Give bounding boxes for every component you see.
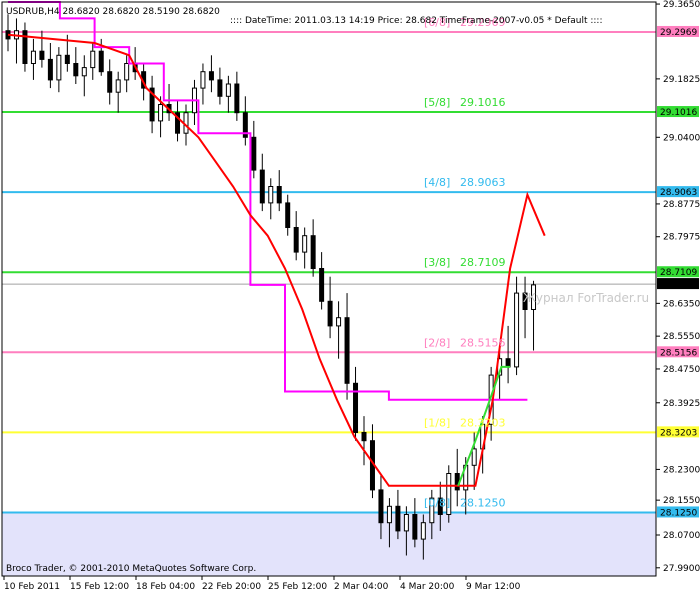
y-tick-label: 28.2300	[663, 465, 700, 475]
candle-body	[395, 505, 401, 532]
candle-body	[412, 514, 418, 540]
candle-body	[471, 448, 477, 466]
y-tick-label: 28.5550	[663, 332, 700, 342]
candle-body	[56, 54, 62, 81]
level-tag-3: 28.7109	[660, 268, 697, 278]
candle-body	[107, 71, 113, 93]
level-label-3: [3/8]	[424, 256, 450, 269]
level-value-6: 28.1250	[460, 496, 506, 509]
candle-body	[90, 50, 96, 69]
level-value-1: 29.1016	[460, 96, 506, 109]
candle-body	[115, 79, 121, 93]
indicator-info: :::: DateTime: 2011.03.13 14:19 Price: 2…	[230, 16, 603, 26]
price-chart[interactable]: [6/8] 29.2969[5/8] 29.1016[4/8] 28.9063[3/8…	[0, 0, 700, 595]
y-tick-label: 28.4750	[663, 365, 700, 375]
candle-body	[251, 136, 257, 171]
x-tick-label: 4 Mar 20:00	[400, 582, 455, 592]
candle-body	[225, 83, 231, 97]
y-tick-label: 28.0700	[663, 531, 700, 541]
candle-body	[378, 489, 384, 524]
level-value-3: 28.7109	[460, 256, 506, 269]
level-value-5: 28.3203	[460, 416, 506, 429]
x-tick-label: 15 Feb 12:00	[70, 582, 129, 592]
level-tag-1: 29.1016	[660, 108, 697, 118]
x-tick-label: 9 Mar 12:00	[466, 582, 521, 592]
candle-body	[514, 292, 520, 368]
candle-body	[285, 202, 291, 228]
candle-body	[276, 186, 282, 204]
level-value-4: 28.5156	[460, 336, 506, 349]
candle-body	[310, 235, 316, 269]
x-tick-label: 25 Feb 12:00	[268, 582, 327, 592]
candle-body	[98, 50, 104, 73]
candle-body	[505, 358, 511, 368]
x-tick-label: 2 Mar 04:00	[334, 582, 389, 592]
candle-body	[268, 186, 274, 204]
copyright-text: Broco Trader, © 2001-2010 MetaQuotes Sof…	[6, 564, 256, 574]
level-label-6: [0/8]	[424, 496, 450, 509]
candle-body	[158, 104, 164, 122]
candle-body	[208, 71, 214, 81]
candle-body	[234, 83, 240, 114]
level-label-5: [1/8]	[424, 416, 450, 429]
y-tick-label: 27.9900	[663, 564, 700, 574]
candle-body	[217, 79, 223, 97]
candle-body	[319, 268, 325, 302]
watermark: Журнал ForTrader.ru	[523, 291, 649, 305]
y-tick-label: 29.1825	[663, 75, 700, 85]
level-tag-6: 28.1250	[660, 508, 697, 518]
candle-body	[259, 169, 265, 204]
candle-body	[73, 63, 79, 77]
candle-body	[344, 317, 350, 384]
candle-body	[327, 300, 333, 327]
candle-body	[336, 317, 342, 327]
y-tick-label: 28.1550	[663, 496, 700, 506]
level-tag-0: 29.2969	[660, 28, 697, 38]
level-tag-4: 28.5156	[660, 348, 697, 358]
y-tick-label: 29.3650	[663, 0, 700, 10]
x-tick-label: 18 Feb 04:00	[136, 582, 195, 592]
candle-body	[361, 432, 367, 442]
x-tick-label: 10 Feb 2011	[4, 582, 60, 592]
candle-body	[403, 514, 409, 532]
y-tick-label: 28.3925	[663, 399, 700, 409]
level-label-1: [5/8]	[424, 96, 450, 109]
y-tick-label: 29.0400	[663, 133, 700, 143]
current-price-tag: 28.6820	[660, 280, 697, 290]
candle-body	[64, 54, 70, 64]
candle-body	[81, 67, 87, 77]
y-tick-label: 28.8775	[663, 200, 700, 210]
trading-chart-window: [6/8] 29.2969 [5/8] 29.1016 [4/8] 28.9063 [3/8…	[0, 0, 700, 595]
symbol-info: USDRUB,H4 28.6820 28.6820 28.5190 28.682…	[6, 7, 220, 17]
candle-body	[386, 505, 392, 524]
level-tag-5: 28.3203	[660, 428, 697, 438]
candle-body	[420, 522, 426, 540]
x-tick-label: 22 Feb 20:00	[202, 582, 261, 592]
candle-body	[39, 50, 45, 60]
candle-body	[47, 58, 53, 81]
candle-body	[293, 227, 299, 253]
candle-body	[30, 50, 36, 65]
candle-body	[124, 63, 130, 81]
level-tag-2: 28.9063	[660, 188, 697, 198]
y-tick-label: 28.7975	[663, 233, 700, 243]
level-value-2: 28.9063	[460, 176, 506, 189]
level-label-2: [4/8]	[424, 176, 450, 189]
candle-body	[302, 235, 308, 253]
level-label-4: [2/8]	[424, 336, 450, 349]
y-tick-label: 28.6350	[663, 299, 700, 309]
candle-body	[200, 71, 206, 89]
